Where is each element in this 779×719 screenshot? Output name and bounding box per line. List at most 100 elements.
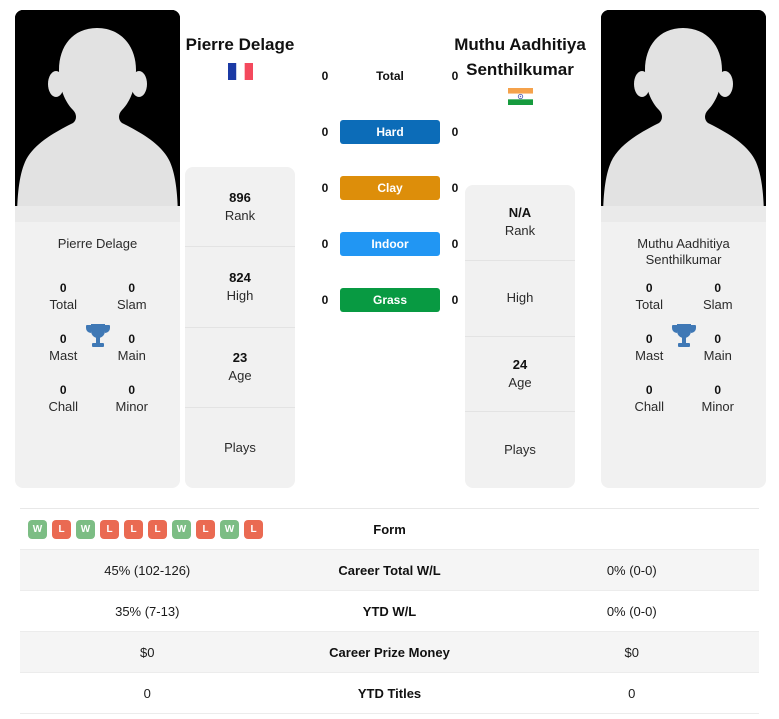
- row-label: YTD W/L: [362, 603, 417, 619]
- trophy-icon: [85, 322, 111, 350]
- stat-cell-plays: Plays: [185, 408, 295, 488]
- surface-count-right: 0: [451, 181, 459, 195]
- title-stat-value: 0: [714, 383, 722, 397]
- title-stat: 0 Minor: [684, 382, 753, 415]
- title-stat-value: 0: [59, 383, 67, 397]
- stat-value: 24: [512, 356, 528, 372]
- title-stat-label: Minor: [115, 399, 148, 414]
- stat-cell-plays: Plays: [465, 412, 575, 488]
- row-value-left: 35% (7-13): [115, 603, 180, 619]
- table-row: 0 YTD Titles 0: [20, 673, 759, 714]
- surface-count-left: 0: [321, 125, 329, 139]
- surface-label-indoor: Indoor: [340, 232, 440, 256]
- form-badge-loss: L: [244, 519, 263, 539]
- surface-titles-panel: 0 Total 0 0 Hard 0 0 Clay 0 0 Indoor 0 0: [295, 62, 485, 314]
- row-label: YTD Titles: [357, 685, 422, 701]
- title-stat-label: Minor: [701, 399, 734, 414]
- player-comparison-page: Pierre Delage 0 Total 0 Slam 0 Mast 0 Ma…: [0, 0, 779, 719]
- title-stat-label: Total: [49, 297, 77, 312]
- stat-value: 824: [229, 269, 251, 285]
- surface-count-left: 0: [321, 293, 329, 307]
- surface-label-grass: Grass: [340, 288, 440, 312]
- title-stat: 0 Slam: [684, 280, 753, 313]
- player-card-name-left: Pierre Delage: [57, 236, 138, 251]
- table-row: WLWLLLWLWL Form: [20, 509, 759, 550]
- title-stat: 0 Chall: [615, 382, 684, 415]
- india-flag-icon: [507, 88, 533, 105]
- row-label: Career Prize Money: [329, 644, 450, 660]
- stat-label: Plays: [224, 439, 256, 455]
- table-row: 35% (7-13) YTD W/L 0% (0-0): [20, 591, 759, 632]
- row-value-left: 45% (102-126): [104, 562, 191, 578]
- surface-row-grass: 0 Grass 0: [295, 286, 485, 314]
- row-value-right: 0% (0-0): [606, 603, 657, 619]
- title-stat: 0 Total: [615, 280, 684, 313]
- france-flag-icon: [227, 63, 253, 80]
- row-label: Career Total W/L: [338, 562, 441, 578]
- form-badge-loss: L: [52, 519, 71, 539]
- title-stat-value: 0: [645, 281, 653, 295]
- title-stat-value: 0: [128, 281, 136, 295]
- stat-label: Age: [508, 374, 532, 390]
- row-value-left: $0: [140, 644, 155, 660]
- surface-count-right: 0: [451, 69, 459, 83]
- surface-row-total: 0 Total 0: [295, 62, 485, 90]
- form-badge-loss: L: [196, 519, 215, 539]
- row-value-right: $0: [624, 644, 639, 660]
- form-badge-loss: L: [100, 519, 119, 539]
- row-value-left: 0: [143, 685, 151, 701]
- form-badge-win: W: [172, 519, 191, 539]
- surface-label-clay: Clay: [340, 176, 440, 200]
- player-card-left[interactable]: Pierre Delage 0 Total 0 Slam 0 Mast 0 Ma…: [15, 10, 180, 488]
- stat-label: High: [506, 290, 534, 306]
- stat-label: Rank: [504, 223, 536, 239]
- trophy-icon: [671, 322, 697, 350]
- title-stat-value: 0: [645, 383, 653, 397]
- stat-cell-rank: 896 Rank: [185, 167, 295, 248]
- form-badge-win: W: [28, 519, 47, 539]
- titles-grid-right: 0 Total 0 Slam 0 Mast 0 Main 0 Chall 0 M…: [601, 268, 766, 415]
- titles-grid-left: 0 Total 0 Slam 0 Mast 0 Main 0 Chall 0 M…: [15, 268, 180, 415]
- surface-count-right: 0: [451, 125, 459, 139]
- stat-column-left: 896 Rank 824 High 23 Age Plays: [185, 167, 295, 488]
- title-stat-label: Chall: [48, 399, 79, 414]
- stat-value: 896: [229, 189, 251, 205]
- row-value-right: 0% (0-0): [606, 562, 657, 578]
- form-badge-list: WLWLLLWLWL: [20, 519, 275, 539]
- form-badge-loss: L: [124, 519, 143, 539]
- title-stat-label: Chall: [634, 399, 665, 414]
- surface-count-left: 0: [321, 69, 329, 83]
- surface-count-left: 0: [321, 237, 329, 251]
- surface-label-total: Total: [376, 69, 404, 83]
- row-value-right: 0: [628, 685, 636, 701]
- player-name-left: Pierre Delage: [185, 35, 295, 54]
- title-stat: 0 Chall: [29, 382, 98, 415]
- player-card-right[interactable]: Muthu Aadhitiya Senthilkumar 0 Total 0 S…: [601, 10, 766, 488]
- stat-label: Age: [228, 368, 252, 384]
- title-stat-value: 0: [714, 281, 722, 295]
- form-badge-win: W: [220, 519, 239, 539]
- comparison-stats-table: WLWLLLWLWL Form 45% (102-126) Career Tot…: [20, 508, 759, 714]
- title-stat: 0 Minor: [98, 382, 167, 415]
- comparison-header-zone: Pierre Delage 0 Total 0 Slam 0 Mast 0 Ma…: [0, 0, 779, 497]
- surface-row-indoor: 0 Indoor 0: [295, 230, 485, 258]
- row-label: Form: [373, 521, 406, 537]
- surface-label-hard: Hard: [340, 120, 440, 144]
- stat-label: Rank: [224, 207, 256, 223]
- surface-row-hard: 0 Hard 0: [295, 118, 485, 146]
- title-stat-label: Slam: [116, 297, 147, 312]
- stat-label: High: [226, 287, 254, 303]
- stat-value: N/A: [508, 205, 532, 221]
- form-cell-left: WLWLLLWLWL: [20, 519, 275, 539]
- surface-row-clay: 0 Clay 0: [295, 174, 485, 202]
- title-stat-label: Total: [635, 297, 663, 312]
- avatar-right: [601, 10, 766, 222]
- stat-cell-age: 24 Age: [465, 337, 575, 413]
- title-stat-value: 0: [128, 383, 136, 397]
- title-stat-label: Slam: [702, 297, 733, 312]
- stat-value: 23: [232, 350, 248, 366]
- table-row: 45% (102-126) Career Total W/L 0% (0-0): [20, 550, 759, 591]
- stat-cell-age: 23 Age: [185, 328, 295, 408]
- stat-cell-high: 824 High: [185, 247, 295, 328]
- surface-count-right: 0: [451, 237, 459, 251]
